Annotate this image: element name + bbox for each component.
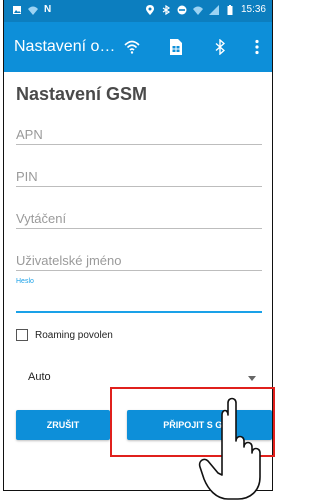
sim-card-icon	[170, 39, 182, 55]
wifi-icon	[192, 6, 203, 15]
apn-field[interactable]: APN	[16, 120, 262, 146]
bluetooth-button[interactable]	[198, 22, 242, 72]
cancel-button[interactable]: ZRUŠIT	[16, 410, 110, 440]
minus-circle-icon	[177, 5, 187, 14]
username-field[interactable]: Uživatelské jméno	[16, 246, 262, 272]
page-title: Nastavení GSM	[16, 84, 148, 104]
bluetooth-icon	[215, 39, 225, 55]
roaming-label: Roaming povolen	[35, 329, 113, 341]
status-bar: N 15:36	[4, 0, 272, 22]
location-icon	[145, 4, 154, 15]
pin-placeholder: PIN	[16, 169, 38, 184]
bluetooth-icon	[162, 4, 171, 15]
battery-icon	[227, 4, 233, 15]
apn-underline	[16, 144, 262, 145]
status-time: 15:36	[240, 4, 266, 15]
dial-underline	[16, 228, 262, 229]
more-options-button[interactable]	[242, 22, 272, 72]
no-signal-icon	[208, 4, 219, 15]
pin-underline	[16, 186, 262, 187]
username-underline	[16, 270, 262, 271]
toolbar-title: Nastavení o…	[14, 38, 116, 55]
username-placeholder: Uživatelské jméno	[16, 253, 122, 268]
dropdown-arrow-icon	[248, 376, 256, 381]
more-vert-icon	[255, 39, 259, 55]
wifi-icon	[124, 40, 140, 54]
network-mode-value: Auto	[28, 371, 51, 383]
n-icon: N	[44, 4, 52, 15]
dial-field[interactable]: Vytáčení	[16, 204, 262, 230]
cancel-button-label: ZRUŠIT	[46, 420, 80, 430]
password-underline	[16, 311, 262, 313]
pointing-hand-icon	[198, 397, 261, 500]
dial-placeholder: Vytáčení	[16, 211, 67, 226]
wifi-button[interactable]	[110, 22, 154, 72]
pin-field[interactable]: PIN	[16, 162, 262, 188]
photo-icon	[13, 5, 21, 14]
wifi-icon	[28, 6, 38, 15]
roaming-checkbox[interactable]	[16, 329, 28, 341]
sim-card-button[interactable]	[154, 22, 198, 72]
roaming-row[interactable]: Roaming povolen	[16, 329, 113, 341]
app-toolbar: Nastavení o…	[4, 22, 272, 72]
password-label: Heslo	[16, 278, 34, 285]
password-field[interactable]: Heslo	[16, 278, 262, 314]
apn-placeholder: APN	[16, 127, 43, 142]
